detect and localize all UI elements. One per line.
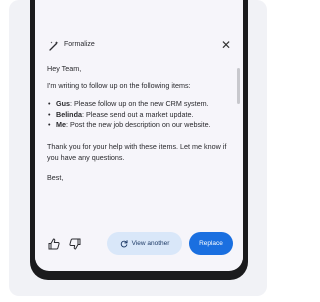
item-text: : Please send out a market update. <box>81 109 194 119</box>
email-intro: I'm writing to follow up on the followin… <box>47 80 191 90</box>
screen-top <box>35 0 243 18</box>
action-bar: View another Replace <box>35 232 243 260</box>
refresh-icon <box>120 239 128 247</box>
email-signoff: Best, <box>47 173 64 183</box>
scrollbar[interactable] <box>237 68 240 104</box>
panel-header: Formalize ✕ <box>48 38 233 54</box>
replace-button[interactable]: Replace <box>189 232 233 255</box>
view-another-button[interactable]: View another <box>107 232 182 255</box>
item-text: : Post the new job description on our we… <box>66 120 211 130</box>
item-owner: Belinda <box>56 109 82 119</box>
action-items-list: Gus: Please follow up on the new CRM sys… <box>47 99 229 131</box>
list-item: Belinda: Please send out a market update… <box>48 109 229 121</box>
close-icon[interactable]: ✕ <box>219 38 233 52</box>
view-another-label: View another <box>131 240 170 247</box>
thumbs-down-icon[interactable] <box>68 237 82 251</box>
panel-title: Formalize <box>64 41 95 48</box>
formalize-panel: Formalize ✕ Hey Team, I'm writing to fol… <box>35 0 243 271</box>
email-thanks: Thank you for your help with these items… <box>47 141 227 162</box>
list-item: Me: Post the new job description on our … <box>48 120 229 131</box>
item-owner: Me <box>56 120 66 130</box>
item-text: : Please follow up on the new CRM system… <box>69 99 209 109</box>
magic-wand-icon <box>49 41 59 51</box>
email-greeting: Hey Team, <box>47 64 82 73</box>
thumbs-up-icon[interactable] <box>47 237 61 251</box>
email-body: Hey Team, I'm writing to follow up on th… <box>47 64 229 184</box>
item-owner: Gus <box>56 99 70 109</box>
list-item: Gus: Please follow up on the new CRM sys… <box>48 99 229 110</box>
